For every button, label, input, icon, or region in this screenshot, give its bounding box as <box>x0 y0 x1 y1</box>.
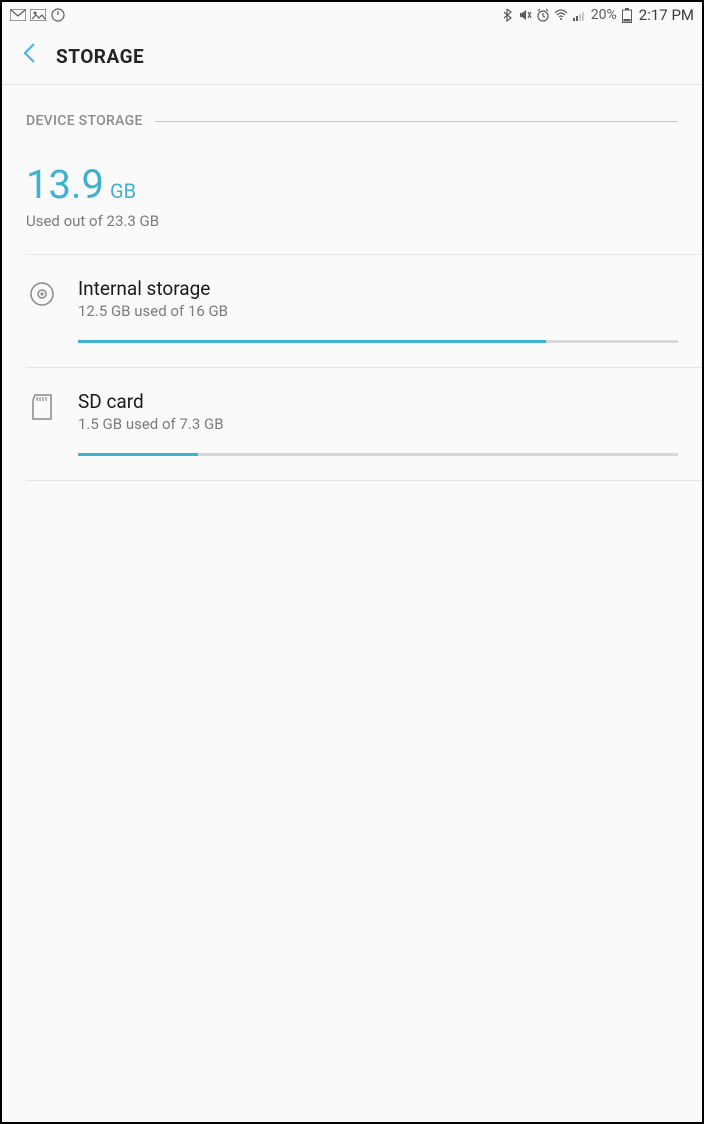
storage-title: SD card <box>78 390 678 413</box>
summary-sub: Used out of 23.3 GB <box>26 212 678 230</box>
status-left-icons <box>10 8 66 22</box>
page-title: STORAGE <box>56 45 144 68</box>
storage-item-sdcard[interactable]: SD card 1.5 GB used of 7.3 GB <box>2 368 702 480</box>
update-icon <box>50 8 66 22</box>
storage-title: Internal storage <box>78 277 678 300</box>
app-bar: STORAGE <box>2 28 702 84</box>
battery-percent: 20% <box>591 7 617 23</box>
alarm-icon <box>535 8 551 22</box>
progress-fill <box>78 453 198 456</box>
battery-icon <box>619 8 635 22</box>
summary-number: 13.9 <box>26 161 104 208</box>
status-right-icons: 20% 2:17 PM <box>499 6 694 24</box>
section-header-label: DEVICE STORAGE <box>26 113 143 129</box>
storage-item-internal[interactable]: Internal storage 12.5 GB used of 16 GB <box>2 255 702 367</box>
storage-sub: 12.5 GB used of 16 GB <box>78 302 678 320</box>
signal-icon <box>571 8 587 22</box>
storage-sub: 1.5 GB used of 7.3 GB <box>78 415 678 433</box>
clock-time: 2:17 PM <box>639 6 694 24</box>
progress-fill <box>78 340 546 343</box>
summary-unit: GB <box>110 179 136 203</box>
progress-bar <box>78 340 678 343</box>
summary-value: 13.9 GB <box>26 161 678 208</box>
section-header-line <box>155 121 678 122</box>
divider <box>26 480 702 481</box>
mail-icon <box>10 8 26 22</box>
mute-icon <box>517 8 533 22</box>
storage-content: SD card 1.5 GB used of 7.3 GB <box>78 390 678 480</box>
wifi-icon <box>553 8 569 22</box>
back-button[interactable] <box>22 42 36 70</box>
storage-content: Internal storage 12.5 GB used of 16 GB <box>78 277 678 367</box>
disc-icon <box>26 281 58 313</box>
progress-bar <box>78 453 678 456</box>
bluetooth-icon <box>499 8 515 22</box>
gallery-icon <box>30 8 46 22</box>
status-bar: 20% 2:17 PM <box>2 2 702 28</box>
storage-summary: 13.9 GB Used out of 23.3 GB <box>2 143 702 254</box>
sd-card-icon <box>26 394 58 426</box>
section-header: DEVICE STORAGE <box>2 85 702 143</box>
